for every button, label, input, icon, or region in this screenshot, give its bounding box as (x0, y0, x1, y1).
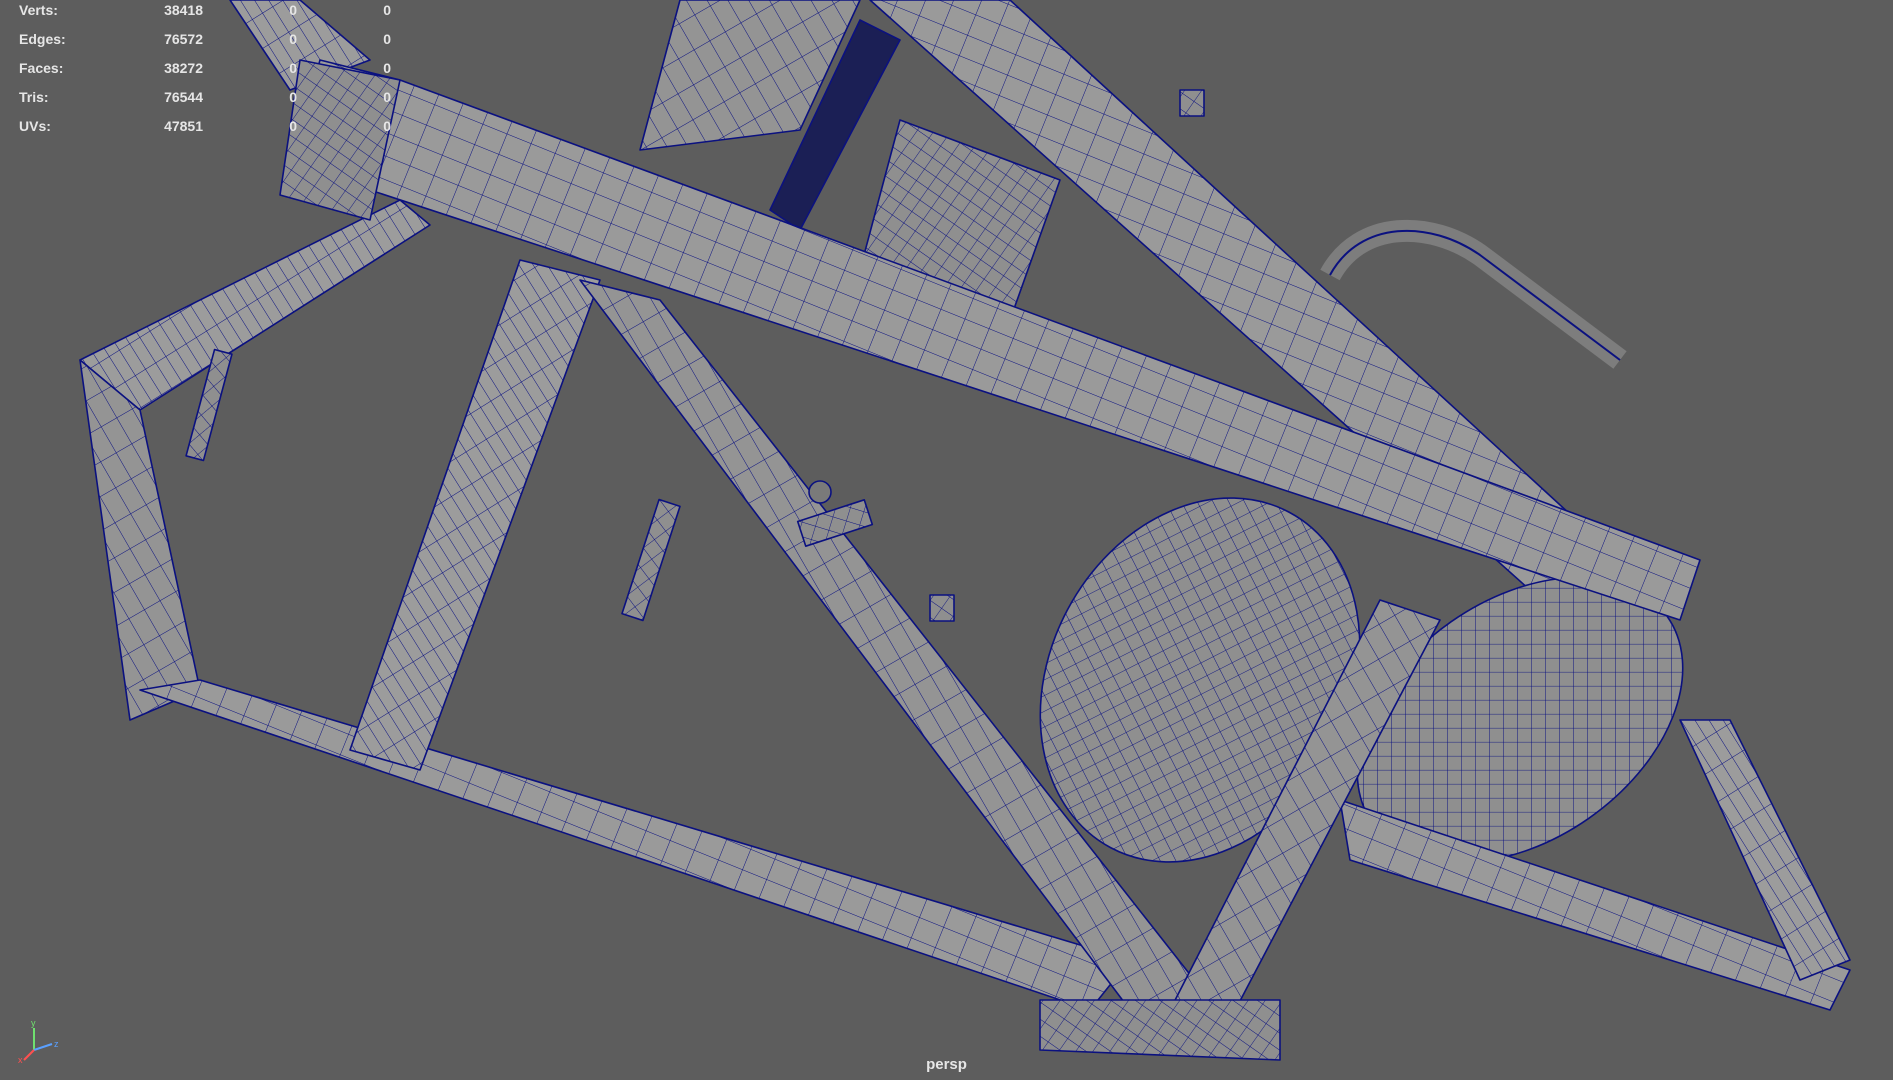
wireframe-model[interactable] (79, 0, 1851, 1061)
axis-y-label: y (31, 1018, 36, 1028)
mesh-bolt[interactable] (929, 594, 955, 622)
mesh-vertical-post[interactable] (349, 259, 601, 771)
hud-label: Tris: (19, 89, 49, 105)
camera-name-label: persp (926, 1056, 967, 1073)
hud-label: Verts: (19, 2, 58, 18)
hud-selected: 0 (289, 60, 297, 76)
hud-label: UVs: (19, 118, 51, 134)
hud-selected: 0 (289, 118, 297, 134)
mesh-bolt-upper[interactable] (1179, 89, 1205, 117)
hud-uv-selected: 0 (383, 118, 391, 134)
hud-uv-selected: 0 (383, 89, 391, 105)
hud-value: 76572 (164, 31, 203, 47)
hud-label: Faces: (19, 60, 64, 76)
hud-value: 38272 (164, 60, 203, 76)
hud-value: 38418 (164, 2, 203, 18)
mesh-left-frame-top[interactable] (79, 199, 431, 411)
hud-label: Edges: (19, 31, 66, 47)
hud-selected: 0 (289, 2, 297, 18)
mesh-knob[interactable] (808, 480, 832, 504)
hud-selected: 0 (289, 31, 297, 47)
hud-selected: 0 (289, 89, 297, 105)
mesh-peg-center[interactable] (621, 498, 681, 622)
hud-uv-selected: 0 (383, 31, 391, 47)
mesh-left-frame-side[interactable] (79, 359, 201, 721)
viewport-3d[interactable] (0, 0, 1893, 1080)
axis-z-label: z (54, 1039, 59, 1049)
hud-uv-selected: 0 (383, 2, 391, 18)
hud-uv-selected: 0 (383, 60, 391, 76)
hud-value: 76544 (164, 89, 203, 105)
mesh-bottom-block[interactable] (1039, 999, 1281, 1061)
mesh-top-left-block[interactable] (279, 59, 401, 221)
hud-value: 47851 (164, 118, 203, 134)
